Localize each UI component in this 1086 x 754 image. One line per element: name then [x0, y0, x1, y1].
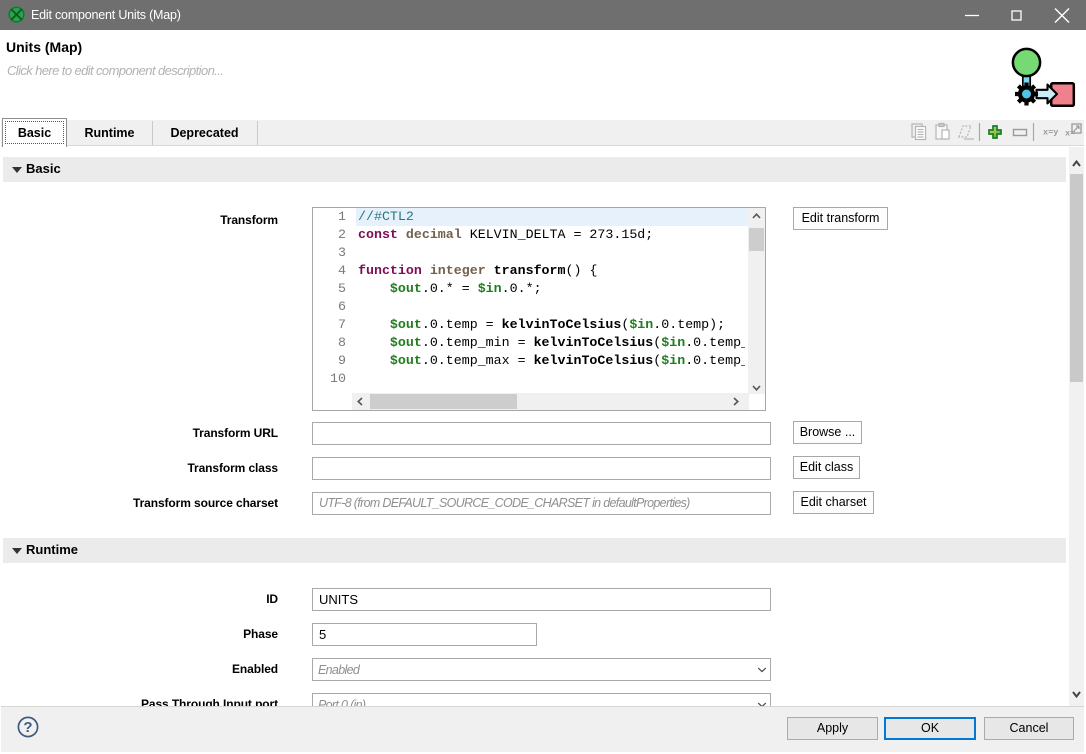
svg-text:x=y: x=y: [1043, 128, 1058, 138]
svg-text:?: ?: [23, 719, 32, 736]
